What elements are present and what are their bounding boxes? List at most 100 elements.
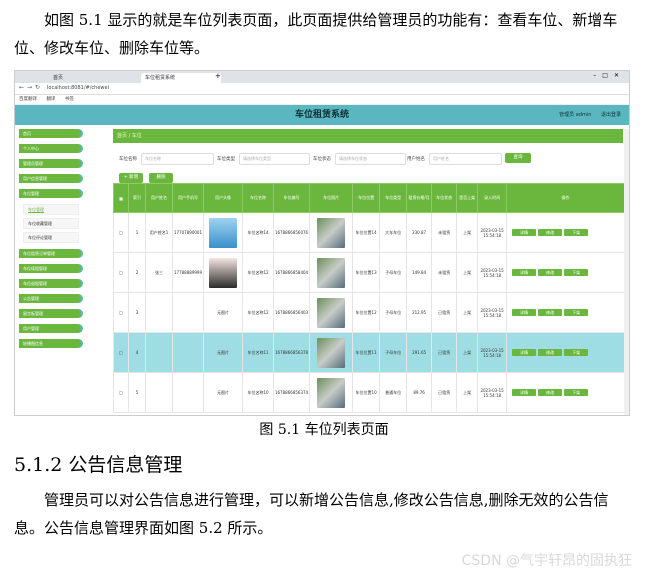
detail-button[interactable]: 详情	[512, 309, 537, 316]
scrollbar[interactable]	[624, 129, 629, 415]
parking-photo-image	[317, 257, 346, 288]
table-cell: 车位位置14	[352, 212, 381, 253]
table-cell: 1678866856374	[272, 372, 311, 413]
table-row[interactable]: □ 1 用户姓名1 17707890001 车位名称14 1678866856076 车位位…	[113, 212, 625, 253]
sidebar-subitem[interactable]: 车位收藏管理	[23, 218, 79, 229]
edit-button[interactable]: 修改	[538, 389, 563, 396]
sidebar-item[interactable]: 车位续租管理	[19, 264, 81, 273]
username-input[interactable]: 用户姓名	[429, 153, 502, 165]
table-cell: 未租赁	[431, 212, 458, 253]
sidebar-item[interactable]: 个人中心	[19, 144, 81, 153]
parking-table: ■ 索引 用户姓名 用户手机号 用户头像 车位名称 车位编号 车位照片 车位位置 车位类型 租赁价格…	[113, 183, 625, 413]
column-header: 车位照片	[309, 183, 354, 213]
back-icon[interactable]: ←	[19, 84, 24, 91]
watermark: CSDN @气宇轩昂的固执狂	[461, 553, 632, 569]
table-cell: 车位位置11	[352, 332, 381, 373]
table-cell: 上架	[456, 292, 479, 333]
edit-button[interactable]: 修改	[538, 229, 563, 236]
sidebar-item[interactable]: 留言板管理	[19, 309, 81, 318]
url-text[interactable]: localhost:8081/#/chewei	[47, 85, 109, 91]
detail-button[interactable]: 详情	[512, 269, 537, 276]
section-heading: 5.1.2 公告信息管理	[14, 454, 183, 476]
edit-button[interactable]: 修改	[538, 269, 563, 276]
detail-button[interactable]: 详情	[512, 349, 537, 356]
sidebar-item[interactable]: 轮播图信息	[19, 339, 81, 348]
status-select[interactable]: 请选择车位状态	[335, 153, 406, 165]
delete-button[interactable]: 删除	[149, 173, 173, 183]
search-label: 用户姓名	[407, 157, 425, 162]
sidebar-item[interactable]: 车位租赁订单管理	[19, 249, 81, 258]
bookmark-item[interactable]: 书签	[65, 97, 74, 102]
table-cell: 未租赁	[431, 252, 458, 293]
row-checkbox[interactable]: □	[113, 332, 129, 373]
logout-link[interactable]: 退出登录	[601, 112, 621, 118]
row-actions: 详情 修改 下架	[506, 372, 625, 413]
bookmark-item[interactable]: 百度翻译	[19, 97, 37, 102]
forward-icon[interactable]: →	[27, 84, 32, 91]
parking-photo	[309, 212, 354, 253]
row-checkbox[interactable]: □	[113, 212, 129, 253]
unlist-button[interactable]: 下架	[564, 309, 589, 316]
search-button[interactable]: 查询	[505, 153, 531, 163]
row-checkbox[interactable]: □	[113, 252, 129, 293]
sidebar-item[interactable]: 公告管理	[19, 294, 81, 303]
table-cell: 89.76	[406, 372, 433, 413]
table-cell: 2023-03-15 15:54:18	[477, 252, 508, 293]
table-cell: 张三	[145, 252, 173, 293]
unlist-button[interactable]: 下架	[564, 269, 589, 276]
table-cell: 已租赁	[431, 332, 458, 373]
sidebar-item[interactable]: 用户信息管理	[19, 174, 81, 183]
sidebar-subitem[interactable]: 车位管理	[23, 204, 79, 215]
table-cell: 上架	[456, 212, 479, 253]
column-header: 车位名称	[242, 183, 274, 213]
table-row[interactable]: □ 5 无图片 车位名称10 1678866856374 车位位置10 普通车位 89.76 已…	[113, 372, 625, 413]
parking-photo	[309, 252, 354, 293]
table-cell: 1678866858404	[272, 252, 311, 293]
column-header: 操作	[506, 183, 625, 213]
search-input[interactable]: 车位名称	[141, 153, 214, 165]
user-avatar	[203, 252, 243, 293]
column-header: 用户姓名	[145, 183, 173, 213]
column-header: 车位编号	[272, 183, 311, 213]
sidebar-item[interactable]: 车位退租管理	[19, 279, 81, 288]
browser-tab-active[interactable]: 车位租赁系统	[141, 73, 221, 83]
column-header: 车位位置	[352, 183, 381, 213]
bookmark-item[interactable]: 翻译	[46, 97, 55, 102]
unlist-button[interactable]: 下架	[564, 349, 589, 356]
table-cell: 上架	[456, 252, 479, 293]
sidebar-item[interactable]: 首页	[19, 129, 81, 138]
table-cell: 无图片	[203, 372, 243, 413]
table-row[interactable]: □ 3 无图片 车位名称12 1678866856403 车位位置12 子母车位 212.95…	[113, 292, 625, 333]
type-select[interactable]: 请选择车位类型	[239, 153, 310, 165]
sidebar-item[interactable]: 车位管理	[19, 189, 81, 198]
table-cell: 2	[128, 252, 146, 293]
sidebar-item[interactable]: 管理员管理	[19, 159, 81, 168]
screenshot-figure: 首页 车位租赁系统 + –□✕ ← → ↻ localhost:8081/#/c…	[14, 70, 630, 416]
table-cell: 车位名称12	[242, 292, 274, 333]
select-all-checkbox[interactable]: ■	[113, 183, 129, 213]
table-row[interactable]: □ 4 无图片 车位名称11 1678866856378 车位位置11 子母车位 291.65…	[113, 332, 625, 373]
row-checkbox[interactable]: □	[113, 292, 129, 333]
sidebar-subitem[interactable]: 车位评论管理	[23, 232, 79, 243]
unlist-button[interactable]: 下架	[564, 229, 589, 236]
column-header: 车位类型	[379, 183, 408, 213]
edit-button[interactable]: 修改	[538, 309, 563, 316]
table-cell: 2023-03-15 15:54:18	[477, 372, 508, 413]
browser-tab-home[interactable]: 首页	[49, 73, 109, 83]
reload-icon[interactable]: ↻	[35, 84, 40, 91]
tab-label: 首页	[53, 75, 64, 81]
table-cell: 3	[128, 292, 146, 333]
detail-button[interactable]: 详情	[512, 229, 537, 236]
unlist-button[interactable]: 下架	[564, 389, 589, 396]
sidebar-item[interactable]: 用户管理	[19, 324, 81, 333]
row-checkbox[interactable]: □	[113, 372, 129, 413]
new-tab-icon[interactable]: +	[215, 72, 221, 80]
table-row[interactable]: □ 2 张三 17788889999 车位名称12 1678866858404 车位位置13…	[113, 252, 625, 293]
detail-button[interactable]: 详情	[512, 389, 537, 396]
edit-button[interactable]: 修改	[538, 349, 563, 356]
window-controls[interactable]: –□✕	[593, 72, 625, 79]
sidebar: 首页 个人中心 管理员管理 用户信息管理 车位管理 车位管理 车位收藏管理 车位…	[19, 129, 81, 354]
add-button[interactable]: + 新增	[119, 173, 143, 183]
parking-photo-image	[317, 337, 346, 368]
table-cell	[172, 372, 204, 413]
